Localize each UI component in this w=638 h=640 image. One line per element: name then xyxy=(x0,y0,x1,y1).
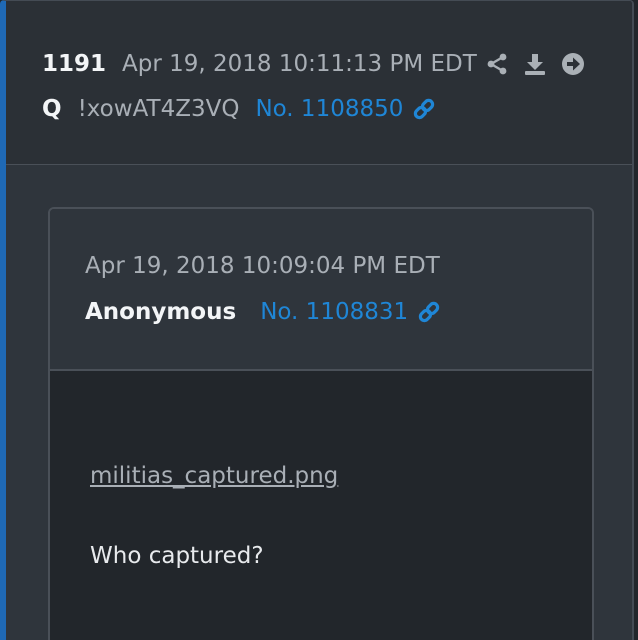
quoted-post-number-link[interactable]: No. 1108831 xyxy=(260,299,408,325)
quoted-post-date: Apr 19, 2018 10:09:04 PM EDT xyxy=(85,253,440,279)
quoted-author-row: Anonymous No. 1108831 xyxy=(85,295,442,329)
quoted-post-header: Apr 19, 2018 10:09:04 PM EDT Anonymous N… xyxy=(50,209,592,371)
link-icon[interactable] xyxy=(411,96,437,122)
post-number: 1191 xyxy=(42,51,107,77)
post-tripcode: !xowAT4Z3VQ xyxy=(77,96,240,122)
attachment-link[interactable]: militias_captured.png xyxy=(90,463,338,489)
post-meta-row: 1191 Apr 19, 2018 10:11:13 PM EDT xyxy=(42,47,477,81)
post-header: 1191 Apr 19, 2018 10:11:13 PM EDT Q !xow… xyxy=(6,1,632,165)
post-card: 1191 Apr 19, 2018 10:11:13 PM EDT Q !xow… xyxy=(0,0,634,640)
link-icon[interactable] xyxy=(416,299,442,325)
quoted-post: Apr 19, 2018 10:09:04 PM EDT Anonymous N… xyxy=(48,207,594,640)
post-author-row: Q !xowAT4Z3VQ No. 1108850 xyxy=(42,92,437,126)
quoted-post-text: Who captured? xyxy=(90,543,264,569)
quoted-post-author: Anonymous xyxy=(85,299,237,325)
post-actions xyxy=(484,47,598,81)
share-icon[interactable] xyxy=(484,51,510,77)
download-icon[interactable] xyxy=(522,51,548,77)
post-author: Q xyxy=(42,96,62,122)
post-number-link[interactable]: No. 1108850 xyxy=(255,96,403,122)
post-date: Apr 19, 2018 10:11:13 PM EDT xyxy=(122,51,477,77)
quoted-post-body: militias_captured.png Who captured? xyxy=(50,371,592,640)
arrow-right-circle-icon[interactable] xyxy=(560,51,586,77)
